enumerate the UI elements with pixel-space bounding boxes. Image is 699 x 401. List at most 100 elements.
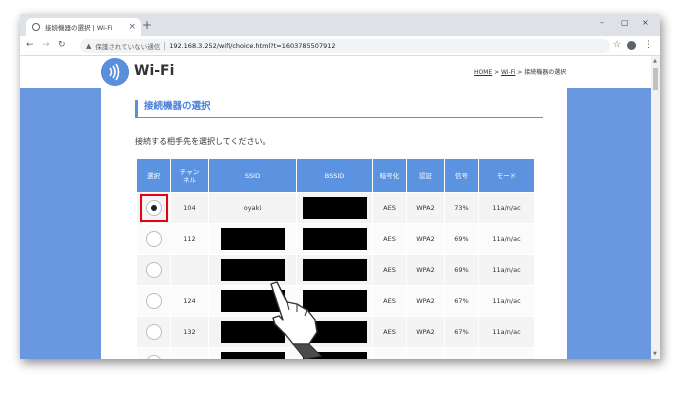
browser-tab[interactable]: 接続機器の選択 | Wi-Fi ×: [26, 18, 141, 36]
mode-cell: 11a/n/ac: [478, 285, 535, 317]
signal-cell: 67%: [444, 316, 479, 348]
page-title: 接続機器の選択: [135, 100, 543, 118]
scroll-up-icon[interactable]: ▲: [653, 58, 657, 64]
highlight-box: [139, 194, 168, 222]
instruction-text: 接続する相手先を選択してください。: [135, 137, 271, 146]
table-row[interactable]: AES WPA2 69% 11a/n/ac: [136, 254, 535, 286]
auth-cell: WPA2: [406, 192, 445, 224]
breadcrumb-separator: >: [492, 69, 502, 76]
mode-cell: 11a/n/ac: [478, 254, 535, 286]
warning-icon: ▲: [86, 42, 92, 50]
connection-table: 選択 チャンネル SSID BSSID 暗号化 認証 信号 モード 104 oya…: [136, 158, 535, 359]
select-cell: [136, 316, 171, 348]
profile-icon[interactable]: [627, 41, 636, 50]
maximize-icon[interactable]: ▢: [621, 18, 629, 28]
auth-cell: WPA2: [406, 223, 445, 255]
mode-cell: 11a/n/ac: [478, 192, 535, 224]
reload-icon[interactable]: ↻: [58, 40, 66, 51]
breadcrumb: HOME > Wi-Fi > 接続機器の選択: [474, 67, 566, 76]
forward-arrow-icon[interactable]: →: [42, 40, 50, 51]
signal-cell: 67%: [444, 285, 479, 317]
column-header-channel: チャンネル: [170, 158, 209, 193]
table-row[interactable]: 112 AES WPA2 69% 11a/n/ac: [136, 223, 535, 255]
table-header-row: 選択 チャンネル SSID BSSID 暗号化 認証 信号 モード: [136, 158, 535, 193]
bssid-cell: [296, 223, 373, 255]
select-radio[interactable]: [145, 355, 162, 359]
radio-wrapper: [143, 259, 165, 281]
mode-cell: 11a/n/ac: [478, 347, 535, 359]
tab-title: 接続機器の選択 | Wi-Fi: [45, 24, 113, 32]
vertical-scrollbar[interactable]: ▲ ▼: [651, 56, 660, 359]
select-radio[interactable]: [145, 324, 162, 340]
mode-cell: 11a/n/ac: [478, 223, 535, 255]
column-header-mode: モード: [478, 158, 535, 193]
encryption-cell: AES: [372, 192, 407, 224]
select-radio[interactable]: [145, 293, 162, 309]
redacted-block: [220, 259, 285, 281]
channel-cell: 112: [170, 223, 209, 255]
ssid-cell: oyaki: [208, 192, 297, 224]
auth-cell: WPA2: [406, 347, 445, 359]
tab-strip: 接続機器の選択 | Wi-Fi × + – ▢ ×: [20, 14, 660, 36]
pointing-hand-icon: [270, 281, 323, 359]
radio-wrapper: [143, 321, 165, 343]
channel-cell: 48: [170, 347, 209, 359]
back-arrow-icon[interactable]: ←: [26, 40, 34, 51]
minimize-icon[interactable]: –: [600, 18, 604, 28]
select-radio[interactable]: [145, 200, 162, 216]
scroll-down-icon[interactable]: ▼: [653, 351, 657, 357]
url-text[interactable]: 192.168.3.252/wifi/choice.html?t=1603785…: [169, 42, 335, 50]
redacted-block: [302, 259, 367, 281]
new-tab-button[interactable]: +: [142, 17, 152, 33]
browser-window: 接続機器の選択 | Wi-Fi × + – ▢ × ← → ↻ ▲ 保護されてい…: [20, 14, 660, 359]
bssid-cell: [296, 192, 373, 224]
column-header-signal: 信号: [444, 158, 479, 193]
select-cell: [136, 192, 171, 224]
tab-close-icon[interactable]: ×: [128, 21, 136, 33]
column-header-ssid: SSID: [208, 158, 297, 193]
redacted-block: [220, 228, 285, 250]
encryption-cell: AES: [372, 347, 407, 359]
encryption-cell: AES: [372, 316, 407, 348]
table-row[interactable]: 132 AES WPA2 67% 11a/n/ac: [136, 316, 535, 348]
window-close-icon[interactable]: ×: [642, 18, 649, 28]
table-row[interactable]: 48 AESWPA266%11a/n/ac: [136, 347, 535, 359]
signal-cell: 69%: [444, 223, 479, 255]
select-radio[interactable]: [145, 231, 162, 247]
site-title: Wi-Fi: [134, 63, 175, 79]
radio-wrapper: [143, 228, 165, 250]
table-row[interactable]: 124 AES WPA2 67% 11a/n/ac: [136, 285, 535, 317]
menu-icon[interactable]: ⋮: [644, 39, 653, 51]
star-icon[interactable]: ☆: [613, 40, 621, 51]
encryption-cell: AES: [372, 254, 407, 286]
encryption-cell: AES: [372, 223, 407, 255]
select-cell: [136, 254, 171, 286]
channel-cell: 124: [170, 285, 209, 317]
radio-wrapper: [143, 352, 165, 359]
redacted-block: [302, 197, 367, 219]
globe-icon: [32, 23, 40, 31]
address-toolbar: ← → ↻ ▲ 保護されていない通信 192.168.3.252/wifi/ch…: [20, 36, 660, 56]
signal-cell: 69%: [444, 254, 479, 286]
main-content: 接続機器の選択 接続する相手先を選択してください。 選択 チャンネル SSID …: [101, 88, 567, 359]
column-header-bssid: BSSID: [296, 158, 373, 193]
auth-cell: WPA2: [406, 254, 445, 286]
channel-cell: 104: [170, 192, 209, 224]
signal-cell: 73%: [444, 192, 479, 224]
scroll-thumb[interactable]: [653, 68, 658, 90]
select-cell: [136, 223, 171, 255]
breadcrumb-current: 接続機器の選択: [524, 69, 567, 76]
mode-cell: 11a/n/ac: [478, 316, 535, 348]
redacted-block: [302, 228, 367, 250]
ssid-cell: [208, 223, 297, 255]
select-cell: [136, 347, 171, 359]
table-row[interactable]: 104 oyaki AES WPA2 73% 11a/n/ac: [136, 192, 535, 224]
breadcrumb-wifi[interactable]: Wi-Fi: [501, 69, 515, 76]
security-indicator[interactable]: 保護されていない通信: [95, 41, 160, 51]
breadcrumb-home[interactable]: HOME: [474, 69, 492, 76]
auth-cell: WPA2: [406, 316, 445, 348]
select-radio[interactable]: [145, 262, 162, 278]
table-body: 104 oyaki AES WPA2 73% 11a/n/ac 112 AES WPA2 69% 1…: [136, 192, 535, 359]
address-bar[interactable]: ▲ 保護されていない通信 192.168.3.252/wifi/choice.h…: [80, 39, 610, 53]
signal-cell: 66%: [444, 347, 479, 359]
